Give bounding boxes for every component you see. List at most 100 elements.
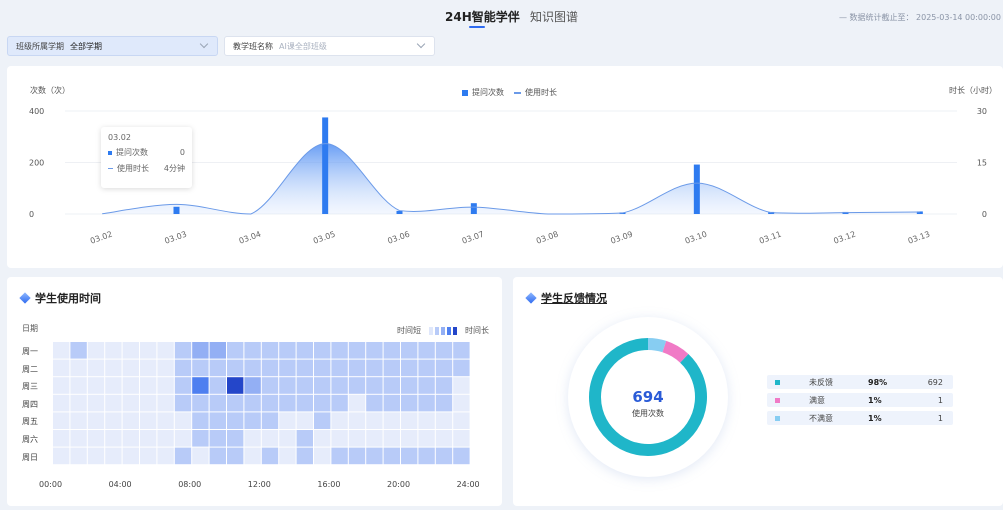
heatmap-cell[interactable] xyxy=(331,342,348,359)
heatmap-cell[interactable] xyxy=(244,342,261,359)
heatmap-cell[interactable] xyxy=(105,412,122,429)
heatmap-cell[interactable] xyxy=(157,447,174,465)
heatmap-cell[interactable] xyxy=(383,447,400,465)
heatmap-cell[interactable] xyxy=(53,377,70,394)
heatmap-cell[interactable] xyxy=(122,430,139,447)
heatmap-cell[interactable] xyxy=(383,394,400,412)
heatmap-cell[interactable] xyxy=(366,342,383,359)
heatmap-cell[interactable] xyxy=(174,342,192,359)
feedback-legend-row[interactable]: 未反馈 98% 692 xyxy=(767,375,953,389)
heatmap-cell[interactable] xyxy=(244,447,261,465)
heatmap-cell[interactable] xyxy=(435,342,453,359)
heatmap-cell[interactable] xyxy=(140,342,157,359)
heatmap-cell[interactable] xyxy=(209,394,226,412)
heatmap-cell[interactable] xyxy=(227,412,244,429)
heatmap-cell[interactable] xyxy=(157,412,174,429)
heatmap-cell[interactable] xyxy=(453,359,470,377)
heatmap-cell[interactable] xyxy=(435,430,453,447)
heatmap-cell[interactable] xyxy=(418,394,435,412)
heatmap-cell[interactable] xyxy=(453,394,470,412)
heatmap-cell[interactable] xyxy=(209,430,226,447)
heatmap-cell[interactable] xyxy=(192,394,209,412)
heatmap-cell[interactable] xyxy=(401,342,418,359)
heatmap-cell[interactable] xyxy=(140,394,157,412)
heatmap-cell[interactable] xyxy=(140,447,157,465)
heatmap-cell[interactable] xyxy=(87,412,105,429)
feedback-legend-row[interactable]: 不满意 1% 1 xyxy=(767,411,953,425)
heatmap-cell[interactable] xyxy=(192,342,209,359)
heatmap-cell[interactable] xyxy=(157,342,174,359)
heatmap-cell[interactable] xyxy=(70,430,87,447)
heatmap-cell[interactable] xyxy=(122,342,139,359)
heatmap-cell[interactable] xyxy=(383,377,400,394)
heatmap-cell[interactable] xyxy=(279,394,296,412)
heatmap-cell[interactable] xyxy=(157,430,174,447)
question-count-bar[interactable] xyxy=(322,117,329,214)
heatmap-cell[interactable] xyxy=(314,447,331,465)
heatmap-cell[interactable] xyxy=(401,359,418,377)
heatmap-cell[interactable] xyxy=(70,447,87,465)
heatmap-cell[interactable] xyxy=(227,359,244,377)
tab-knowledge-graph[interactable]: 知识图谱 xyxy=(530,8,578,25)
heatmap-cell[interactable] xyxy=(87,359,105,377)
heatmap-cell[interactable] xyxy=(209,359,226,377)
heatmap-cell[interactable] xyxy=(279,377,296,394)
heatmap-cell[interactable] xyxy=(209,377,226,394)
heatmap-cell[interactable] xyxy=(174,377,192,394)
heatmap-cell[interactable] xyxy=(366,359,383,377)
heatmap-cell[interactable] xyxy=(140,359,157,377)
heatmap-cell[interactable] xyxy=(261,377,279,394)
heatmap-cell[interactable] xyxy=(383,359,400,377)
class-select[interactable]: 教学班名称 AI课全部班级 xyxy=(224,36,435,56)
heatmap-cell[interactable] xyxy=(157,359,174,377)
heatmap-cell[interactable] xyxy=(244,412,261,429)
heatmap-cell[interactable] xyxy=(366,447,383,465)
heatmap-cell[interactable] xyxy=(314,359,331,377)
heatmap-cell[interactable] xyxy=(348,447,366,465)
heatmap-cell[interactable] xyxy=(157,394,174,412)
heatmap-cell[interactable] xyxy=(209,412,226,429)
heatmap-cell[interactable] xyxy=(435,412,453,429)
heatmap-cell[interactable] xyxy=(383,342,400,359)
heatmap-cell[interactable] xyxy=(348,412,366,429)
heatmap-cell[interactable] xyxy=(314,412,331,429)
heatmap-cell[interactable] xyxy=(122,412,139,429)
heatmap-cell[interactable] xyxy=(261,412,279,429)
heatmap-cell[interactable] xyxy=(418,447,435,465)
heatmap-cell[interactable] xyxy=(366,377,383,394)
heatmap-cell[interactable] xyxy=(331,412,348,429)
heatmap-cell[interactable] xyxy=(366,430,383,447)
semester-select[interactable]: 班级所属学期 全部学期 xyxy=(7,36,218,56)
heatmap-cell[interactable] xyxy=(261,342,279,359)
heatmap-cell[interactable] xyxy=(261,394,279,412)
heatmap-cell[interactable] xyxy=(314,342,331,359)
heatmap-cell[interactable] xyxy=(244,430,261,447)
heatmap-cell[interactable] xyxy=(279,342,296,359)
heatmap-cell[interactable] xyxy=(279,447,296,465)
tab-24h-study-buddy[interactable]: 24H智能学伴 xyxy=(445,8,520,25)
heatmap-cell[interactable] xyxy=(174,412,192,429)
heatmap-cell[interactable] xyxy=(453,342,470,359)
heatmap-cell[interactable] xyxy=(70,377,87,394)
heatmap-cell[interactable] xyxy=(174,447,192,465)
heatmap-cell[interactable] xyxy=(296,430,313,447)
heatmap-cell[interactable] xyxy=(366,394,383,412)
heatmap-cell[interactable] xyxy=(331,377,348,394)
heatmap-cell[interactable] xyxy=(296,447,313,465)
heatmap-cell[interactable] xyxy=(244,359,261,377)
heatmap-cell[interactable] xyxy=(453,430,470,447)
heatmap-cell[interactable] xyxy=(192,359,209,377)
heatmap-cell[interactable] xyxy=(227,342,244,359)
heatmap-cell[interactable] xyxy=(122,447,139,465)
heatmap-cell[interactable] xyxy=(105,377,122,394)
heatmap-cell[interactable] xyxy=(418,342,435,359)
question-count-bar[interactable] xyxy=(693,164,700,214)
heatmap-cell[interactable] xyxy=(279,412,296,429)
heatmap-cell[interactable] xyxy=(227,430,244,447)
heatmap-cell[interactable] xyxy=(122,394,139,412)
heatmap-cell[interactable] xyxy=(435,377,453,394)
heatmap-cell[interactable] xyxy=(157,377,174,394)
heatmap-cell[interactable] xyxy=(314,394,331,412)
heatmap-cell[interactable] xyxy=(227,377,244,394)
heatmap-cell[interactable] xyxy=(70,359,87,377)
